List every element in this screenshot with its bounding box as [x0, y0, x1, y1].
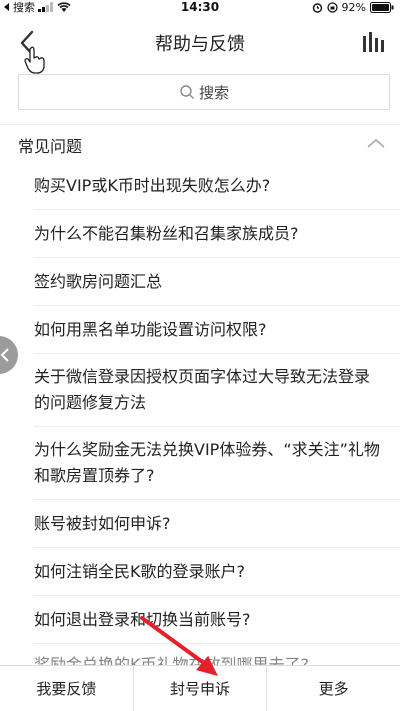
chevron-up-icon[interactable]	[366, 137, 386, 149]
search-box[interactable]: 搜索	[18, 74, 390, 110]
faq-list: 购买VIP或K币时出现失败怎么办? 为什么不能召集粉丝和召集家族成员? 签约歌房…	[34, 162, 400, 644]
side-float-button[interactable]	[0, 336, 18, 374]
section-title: 常见问题	[18, 137, 83, 156]
faq-item[interactable]: 如何注销全民K歌的登录账户?	[34, 548, 400, 596]
battery-percent: 92%	[341, 0, 366, 14]
red-arrow-icon	[140, 616, 218, 676]
faq-item[interactable]: 为什么不能召集粉丝和召集家族成员?	[34, 210, 400, 258]
search-icon	[180, 85, 194, 99]
status-bar: 搜索 14:30 92%	[0, 0, 400, 14]
status-right: 92%	[312, 0, 394, 14]
faq-item[interactable]: 为什么奖励金无法兑换VIP体验券、“求关注”礼物和歌房置顶券了?	[34, 427, 400, 500]
faq-section-header[interactable]: 常见问题	[0, 124, 400, 162]
orientation-lock-icon	[326, 1, 338, 13]
faq-item[interactable]: 账号被封如何申诉?	[34, 500, 400, 548]
faq-item[interactable]: 关于微信登录因授权页面字体过大导致无法登录的问题修复方法	[34, 354, 400, 427]
faq-item[interactable]: 购买VIP或K币时出现失败怎么办?	[34, 162, 400, 210]
faq-item[interactable]: 签约歌房问题汇总	[34, 258, 400, 306]
feedback-button[interactable]: 我要反馈	[0, 666, 134, 711]
search-label: 搜索	[198, 83, 229, 102]
alarm-icon	[312, 2, 322, 13]
bars-menu-icon[interactable]	[362, 30, 386, 54]
page-title: 帮助与反馈	[155, 34, 245, 55]
navigation-bar: 帮助与反馈	[0, 16, 400, 66]
hand-cursor-icon	[24, 46, 45, 74]
faq-item[interactable]: 如何用黑名单功能设置访问权限?	[34, 306, 400, 354]
battery-icon	[370, 1, 394, 13]
chevron-left-icon	[0, 348, 9, 362]
more-button[interactable]: 更多	[267, 666, 400, 711]
